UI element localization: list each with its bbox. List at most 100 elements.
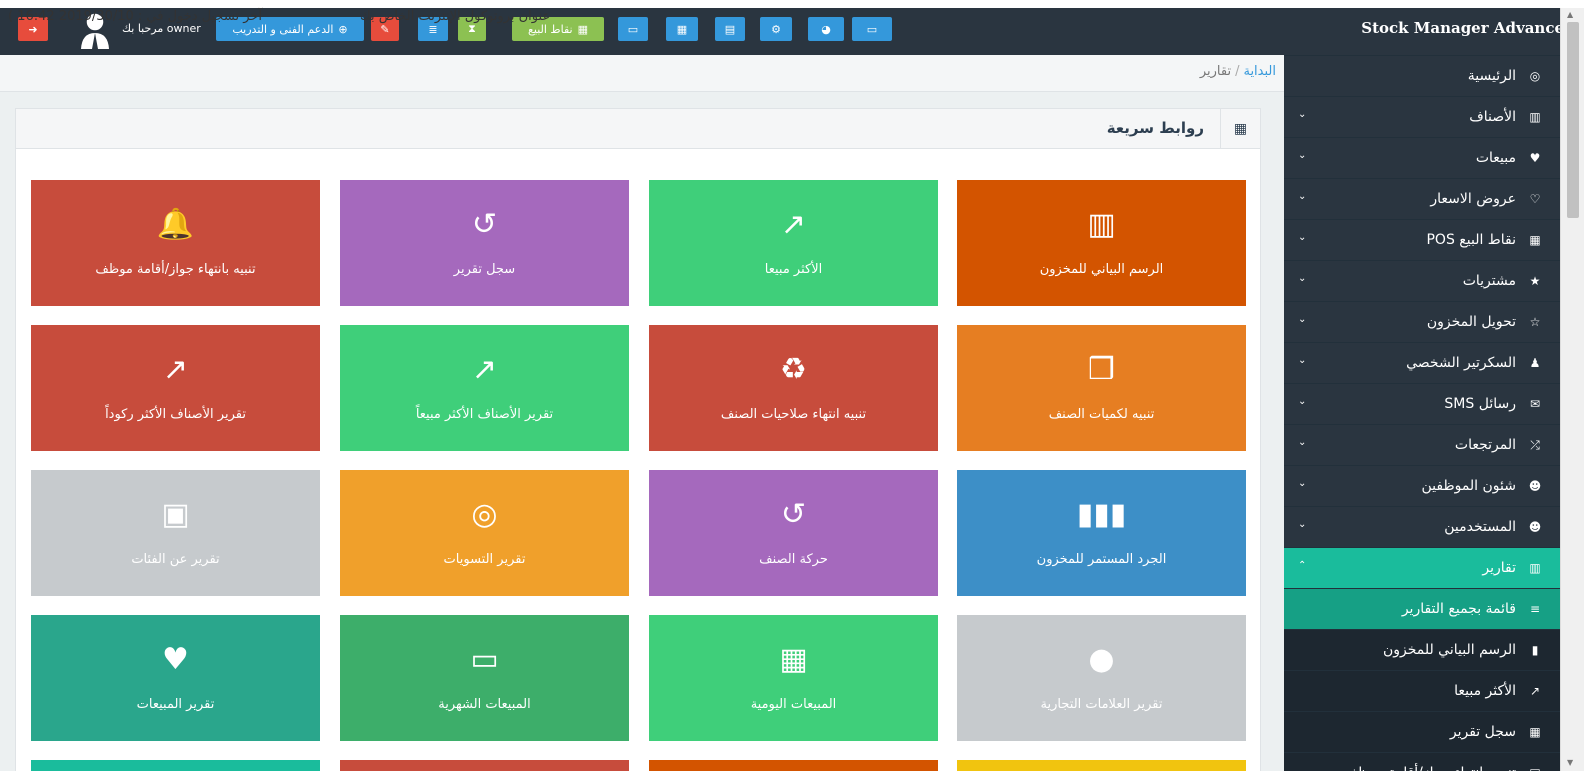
sidebar-item[interactable]: ▮ الرسم البياني للمخزون	[1284, 629, 1560, 670]
sidebar-item-label: المرتجعات	[1454, 437, 1516, 453]
dashboard-button[interactable]: ◕	[808, 17, 844, 41]
calendar-icon: ▦	[676, 22, 688, 36]
sidebar-item-label: سجل تقرير	[1449, 724, 1516, 740]
quick-link-tile[interactable]: ♻ تنبيه انتهاء صلاحيات الصنف	[649, 325, 938, 451]
sidebar-item[interactable]: ☻ شئون الموظفين ⌄	[1284, 465, 1560, 506]
sidebar-item[interactable]: ⤮ المرتجعات ⌄	[1284, 424, 1560, 465]
cash-button[interactable]: ▭	[618, 17, 648, 41]
tile-label: الرسم البياني للمخزون	[1039, 262, 1164, 277]
quick-link-tile[interactable]: ▦ المبيعات اليومية	[649, 615, 938, 741]
sidebar-item[interactable]: ♥ مبيعات ⌄	[1284, 137, 1560, 178]
calculator-button[interactable]: ▤	[715, 17, 745, 41]
scrollbar[interactable]: ▲ ▼	[1560, 8, 1584, 771]
chevron-down-icon: ⌄	[1298, 314, 1307, 325]
quick-link-tile[interactable]: ▣ تقرير عن الفئات	[31, 470, 320, 596]
quick-link-tile[interactable]: ● تقرير العلامات التجارية	[957, 615, 1246, 741]
brand-title[interactable]: Stock Manager Advance	[1361, 19, 1564, 37]
tile-icon: ↗	[780, 207, 807, 242]
breadcrumb-home[interactable]: البداية	[1243, 64, 1276, 79]
panel-header: ▦ روابط سريعة	[16, 109, 1260, 149]
breadcrumb-current: تقارير	[1199, 64, 1232, 79]
quick-link-tile[interactable]: ♥ تقرير المبيعات	[31, 615, 320, 741]
sidebar-item-icon: ≡	[1529, 602, 1541, 616]
quick-link-tile[interactable]: ↗ تقرير الأصناف الأكثر ركوداً	[31, 325, 320, 451]
scroll-thumb[interactable]	[1567, 22, 1579, 218]
quick-link-tile[interactable]	[649, 760, 938, 771]
sidebar-item-label: نقاط البيع POS	[1426, 232, 1516, 248]
quick-link-tile[interactable]: ↺ سجل تقرير	[340, 180, 629, 306]
quick-link-tile[interactable]: ❒ تنبيه لكميات الصنف	[957, 325, 1246, 451]
quick-link-tile[interactable]: ▥ الرسم البياني للمخزون	[957, 180, 1246, 306]
sidebar-item-label: مبيعات	[1475, 150, 1516, 166]
screen-button[interactable]: ▭	[852, 17, 892, 41]
sidebar-item[interactable]: ♟ السكرتير الشخصي ⌄	[1284, 342, 1560, 383]
quick-link-tile[interactable]	[340, 760, 629, 771]
tile-icon: ❒	[1088, 352, 1115, 387]
sidebar-item[interactable]: ☻ المستخدمين ⌄	[1284, 506, 1560, 547]
chevron-down-icon: ⌄	[1298, 396, 1307, 407]
sidebar-item-icon: ★	[1529, 274, 1541, 288]
list-icon: ≣	[428, 22, 438, 36]
quick-link-tile[interactable]: ◎ تقرير التسويات	[340, 470, 629, 596]
scroll-down-arrow[interactable]: ▼	[1567, 758, 1573, 767]
sidebar-item[interactable]: ≡ قائمة بجميع التقارير	[1284, 588, 1560, 629]
sidebar-item-label: الأصناف	[1469, 109, 1516, 125]
globe-icon: ⊕	[338, 22, 348, 36]
sidebar-item[interactable]: ★ مشتريات ⌄	[1284, 260, 1560, 301]
sidebar-item[interactable]: ✉ رسائل SMS ⌄	[1284, 383, 1560, 424]
calculator-icon: ▤	[724, 22, 736, 36]
quick-link-tile[interactable]: ▮▮▮ الجرد المستمر للمخزون	[957, 470, 1246, 596]
quick-link-tile[interactable]: ↗ الأكثر مبيعا	[649, 180, 938, 306]
tile-label: المبيعات الشهرية	[438, 697, 531, 712]
ip-address-label: عنوان بروتوكول الإنترنت الخاص بك	[360, 9, 551, 24]
quick-link-tile[interactable]: ↗ تقرير الأصناف الأكثر مبيعاً	[340, 325, 629, 451]
sidebar-item[interactable]: ☆ تحويل المخزون ⌄	[1284, 301, 1560, 342]
last-login-text: آخر تسجيل دخول في : 2019/30/10 16:42 )	[8, 9, 263, 24]
sidebar-item-icon: ☆	[1529, 315, 1541, 329]
sidebar-item[interactable]: ◎ الرئيسية	[1284, 55, 1560, 96]
quick-link-tile[interactable]: ▭ المبيعات الشهرية	[340, 615, 629, 741]
quick-link-tile[interactable]: ↺ حركة الصنف	[649, 470, 938, 596]
tile-label: حركة الصنف	[759, 552, 828, 567]
hourglass-icon: ⧗	[468, 22, 476, 35]
sidebar-item[interactable]: ♡ عروض الاسعار ⌄	[1284, 178, 1560, 219]
chevron-down-icon: ⌄	[1298, 355, 1307, 366]
sidebar-item-icon: ▥	[1529, 561, 1541, 575]
top-edge	[0, 0, 1584, 8]
sidebar-item[interactable]: ▤ تنبيه بانتهاء جواز/أقامة موظف	[1284, 752, 1560, 771]
tile-icon: ♻	[780, 352, 807, 387]
sidebar-item[interactable]: ↗ الأكثر مبيعا	[1284, 670, 1560, 711]
sidebar-item[interactable]: ▦ نقاط البيع POS ⌄	[1284, 219, 1560, 260]
sidebar-item-label: رسائل SMS	[1444, 396, 1516, 412]
tile-label: تقرير المبيعات	[136, 697, 215, 712]
tile-icon: ↗	[162, 352, 189, 387]
settings-button[interactable]: ⚙	[760, 17, 792, 41]
tile-label: الأكثر مبيعا	[764, 262, 823, 277]
sidebar-item[interactable]: ▥ تقارير ⌃	[1284, 547, 1560, 588]
quick-link-tile[interactable]	[31, 760, 320, 771]
tile-label: تقرير الأصناف الأكثر ركوداً	[105, 407, 246, 422]
tile-icon: 🔔	[156, 207, 195, 242]
tile-label: تقرير العلامات التجارية	[1040, 697, 1163, 712]
tile-label: المبيعات اليومية	[750, 697, 837, 712]
sidebar-item-label: تقارير	[1482, 560, 1516, 576]
sidebar-item-icon: ☻	[1528, 520, 1542, 534]
sidebar-item-icon: ♟	[1529, 356, 1541, 370]
calendar-button[interactable]: ▦	[666, 17, 698, 41]
cogs-icon: ⚙	[771, 22, 781, 36]
sidebar-item-label: السكرتير الشخصي	[1406, 355, 1516, 371]
sidebar-item[interactable]: ▦ سجل تقرير	[1284, 711, 1560, 752]
tile-label: تنبيه لكميات الصنف	[1048, 407, 1155, 422]
grid-icon: ▦	[1220, 109, 1260, 149]
tile-label: تقرير الأصناف الأكثر مبيعاً	[415, 407, 554, 422]
sidebar-item[interactable]: ▥ الأصناف ⌄	[1284, 96, 1560, 137]
sidebar-item-label: الرسم البياني للمخزون	[1382, 642, 1516, 658]
quick-link-tile[interactable]: 🔔 تنبيه بانتهاء جواز/أقامة موظف	[31, 180, 320, 306]
scroll-up-arrow[interactable]: ▲	[1567, 10, 1573, 19]
panel-title: روابط سريعة	[1106, 119, 1204, 137]
quick-link-tile[interactable]	[957, 760, 1246, 771]
sidebar-item-label: قائمة بجميع التقارير	[1401, 601, 1516, 617]
tile-icon: ◎	[471, 497, 498, 532]
breadcrumb-separator: /	[1235, 64, 1240, 79]
sidebar-item-label: الرئيسية	[1467, 68, 1516, 84]
